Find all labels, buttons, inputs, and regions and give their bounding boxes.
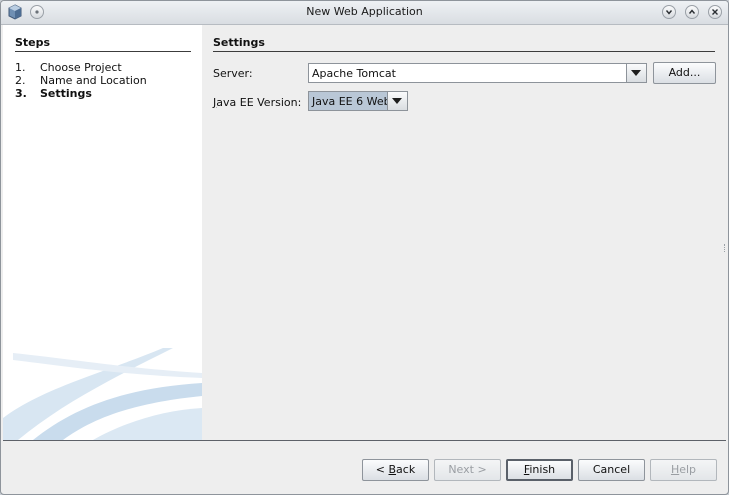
wizard-swoosh-graphic	[3, 348, 202, 440]
step-label: Settings	[40, 87, 92, 100]
steps-heading: Steps	[15, 36, 191, 52]
next-button[interactable]: Next >	[434, 459, 501, 481]
add-server-button[interactable]: Add...	[653, 62, 716, 84]
step-number: 1.	[15, 61, 26, 74]
server-value: Apache Tomcat	[312, 67, 396, 80]
step-label: Name and Location	[40, 74, 147, 87]
wizard-window: New Web Application Steps 1. Choose Proj…	[0, 0, 729, 495]
steps-panel: Steps 1. Choose Project 2. Name and Loca…	[3, 25, 202, 440]
minimize-icon[interactable]	[662, 5, 676, 19]
back-button[interactable]: < Back	[362, 459, 429, 481]
help-button[interactable]: Help	[650, 459, 717, 481]
finish-button[interactable]: Finish	[506, 459, 573, 481]
cancel-button[interactable]: Cancel	[578, 459, 645, 481]
server-dropdown-arrow-icon[interactable]	[626, 64, 646, 82]
step-label: Choose Project	[40, 61, 122, 74]
step-number: 2.	[15, 74, 26, 87]
java-ee-dropdown-arrow-icon[interactable]	[387, 92, 407, 110]
finish-text: inish	[529, 463, 556, 476]
java-ee-version-value: Java EE 6 Web	[312, 95, 391, 108]
back-prefix: <	[375, 463, 389, 476]
settings-heading: Settings	[213, 36, 715, 52]
back-mnemonic: B	[388, 463, 397, 476]
title-bar[interactable]: New Web Application	[1, 1, 728, 25]
button-bar-separator	[3, 440, 726, 441]
close-icon[interactable]	[708, 5, 722, 19]
java-ee-version-combo[interactable]: Java EE 6 Web	[308, 91, 408, 111]
help-text: elp	[679, 463, 697, 476]
window-title: New Web Application	[306, 5, 423, 18]
help-mnemonic: H	[670, 463, 680, 476]
java-ee-label-text: ava EE Version:	[216, 96, 302, 109]
server-label: Server:	[213, 67, 253, 80]
back-text: ack	[396, 463, 416, 476]
settings-panel: Settings Server: Apache Tomcat Add... Ja…	[202, 25, 728, 440]
resize-grip[interactable]	[724, 244, 727, 252]
java-ee-version-label: Java EE Version:	[213, 96, 301, 109]
server-combo[interactable]: Apache Tomcat	[308, 63, 647, 83]
maximize-icon[interactable]	[685, 5, 699, 19]
step-number: 3.	[15, 87, 27, 100]
